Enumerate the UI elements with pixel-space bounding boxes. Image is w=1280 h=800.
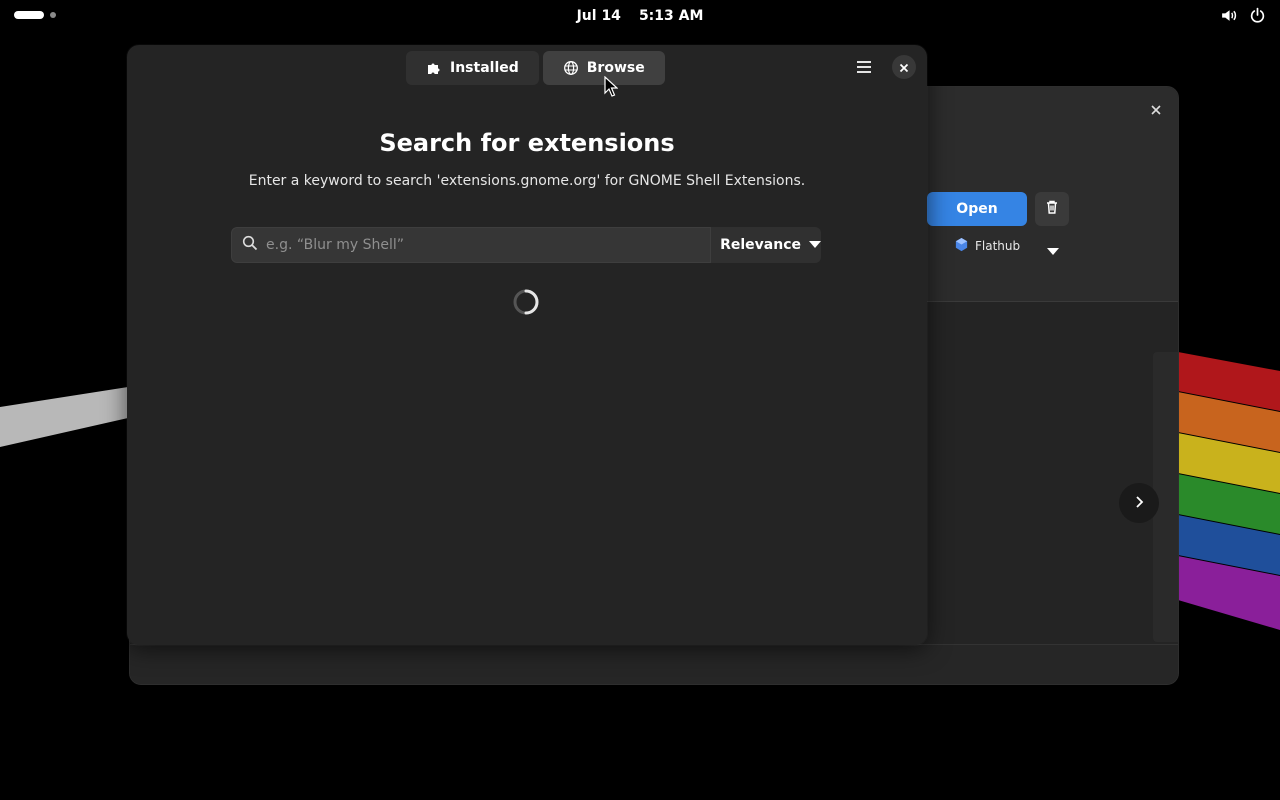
uninstall-button[interactable] bbox=[1035, 192, 1069, 226]
tab-installed[interactable]: Installed bbox=[406, 51, 539, 85]
spinner-icon bbox=[512, 288, 540, 316]
globe-icon bbox=[563, 60, 579, 76]
clock-time: 5:13 AM bbox=[638, 8, 704, 24]
menu-icon bbox=[856, 59, 872, 78]
app-footer-area bbox=[130, 644, 1178, 684]
volume-icon bbox=[1220, 7, 1237, 24]
search-input[interactable] bbox=[266, 237, 711, 253]
activities-button[interactable] bbox=[14, 11, 56, 19]
chevron-right-icon bbox=[1132, 494, 1146, 513]
close-button[interactable] bbox=[892, 55, 916, 79]
dropdown-arrow-icon[interactable] bbox=[1047, 241, 1059, 260]
sort-dropdown[interactable]: Relevance bbox=[711, 227, 821, 263]
search-field[interactable] bbox=[231, 227, 712, 263]
view-switcher: Installed Browse bbox=[406, 51, 665, 85]
carousel-next-button[interactable] bbox=[1119, 483, 1159, 523]
extension-manager-window[interactable]: Installed Browse Search for extensions E… bbox=[127, 45, 927, 645]
open-button[interactable]: Open bbox=[927, 192, 1027, 226]
tab-browse-label: Browse bbox=[586, 60, 645, 76]
source-label: Flathub bbox=[975, 239, 1021, 253]
clock[interactable]: Jul 14 5:13 AM bbox=[0, 0, 1280, 32]
page-title: Search for extensions bbox=[379, 129, 675, 157]
close-icon[interactable] bbox=[1143, 97, 1169, 123]
sort-label: Relevance bbox=[720, 237, 801, 253]
search-icon bbox=[242, 235, 258, 255]
mouse-pointer-icon bbox=[604, 75, 619, 102]
workspace-indicator bbox=[50, 12, 56, 18]
main-menu-button[interactable] bbox=[847, 51, 881, 85]
tab-installed-label: Installed bbox=[450, 60, 519, 76]
page-subtitle: Enter a keyword to search 'extensions.gn… bbox=[248, 173, 806, 189]
flathub-icon bbox=[954, 237, 969, 255]
search-bar: Relevance bbox=[231, 227, 821, 263]
power-icon bbox=[1249, 7, 1266, 24]
system-tray[interactable] bbox=[1220, 7, 1266, 24]
trash-icon bbox=[1044, 199, 1060, 219]
top-bar: Jul 14 5:13 AM bbox=[0, 0, 1280, 32]
workspace-indicator-active bbox=[14, 11, 44, 19]
clock-date: Jul 14 bbox=[576, 8, 621, 24]
close-icon bbox=[899, 58, 909, 77]
dropdown-arrow-icon bbox=[809, 237, 821, 253]
puzzle-icon bbox=[426, 60, 442, 76]
source-selector[interactable]: Flathub bbox=[954, 237, 1020, 255]
